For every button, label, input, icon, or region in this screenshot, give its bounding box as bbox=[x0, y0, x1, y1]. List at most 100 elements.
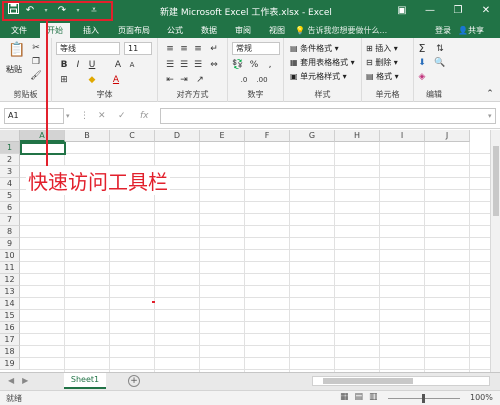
row-header[interactable]: 7 bbox=[0, 214, 20, 226]
align-top-icon[interactable]: ≡ bbox=[164, 43, 176, 55]
row-header[interactable]: 1 bbox=[0, 142, 20, 154]
column-header[interactable]: I bbox=[380, 130, 425, 142]
format-painter-icon[interactable]: 🖌 bbox=[30, 70, 42, 82]
column-header[interactable]: F bbox=[245, 130, 290, 142]
delete-cells-button[interactable]: ⊟ 删除 ▾ bbox=[366, 57, 398, 69]
row-header[interactable]: 12 bbox=[0, 274, 20, 286]
row-header[interactable]: 18 bbox=[0, 346, 20, 358]
font-name-select[interactable]: 等线 bbox=[56, 42, 120, 55]
tab-file[interactable]: 文件 bbox=[4, 23, 34, 38]
increase-decimal-icon[interactable]: .0 bbox=[238, 74, 250, 86]
add-sheet-icon[interactable]: + bbox=[128, 375, 140, 387]
horizontal-scrollbar[interactable] bbox=[312, 376, 490, 386]
conditional-formatting-button[interactable]: ▤ 条件格式 ▾ bbox=[290, 43, 339, 55]
row-header[interactable]: 4 bbox=[0, 178, 20, 190]
underline-button[interactable]: U bbox=[86, 59, 98, 71]
tab-data[interactable]: 数据 bbox=[194, 23, 224, 38]
insert-cells-button[interactable]: ⊞ 插入 ▾ bbox=[366, 43, 398, 55]
align-right-icon[interactable]: ☰ bbox=[192, 59, 204, 71]
bold-button[interactable]: B bbox=[58, 59, 70, 71]
percent-button[interactable]: % bbox=[248, 59, 260, 71]
column-header[interactable]: D bbox=[155, 130, 200, 142]
border-icon[interactable]: ⊞ bbox=[58, 74, 70, 86]
font-size-select[interactable]: 11 bbox=[124, 42, 152, 55]
cut-icon[interactable]: ✂ bbox=[30, 42, 42, 54]
tab-insert[interactable]: 插入 bbox=[76, 23, 106, 38]
row-header[interactable]: 16 bbox=[0, 322, 20, 334]
align-left-icon[interactable]: ☰ bbox=[164, 59, 176, 71]
clear-icon[interactable]: ◈ bbox=[416, 71, 428, 83]
align-bottom-icon[interactable]: ≡ bbox=[192, 43, 204, 55]
column-header[interactable]: A bbox=[20, 130, 65, 142]
row-header[interactable]: 11 bbox=[0, 262, 20, 274]
tab-view[interactable]: 视图 bbox=[262, 23, 292, 38]
column-header[interactable]: C bbox=[110, 130, 155, 142]
column-header[interactable]: H bbox=[335, 130, 380, 142]
row-header[interactable]: 17 bbox=[0, 334, 20, 346]
row-header[interactable]: 14 bbox=[0, 298, 20, 310]
minimize-button[interactable]: — bbox=[416, 0, 444, 22]
collapse-ribbon-icon[interactable]: ⌃ bbox=[484, 88, 496, 100]
row-header[interactable]: 2 bbox=[0, 154, 20, 166]
name-box-dropdown-icon[interactable]: ▾ bbox=[66, 108, 70, 124]
sheet-nav-arrows[interactable]: ◀▶ bbox=[8, 376, 36, 385]
tab-page-layout[interactable]: 页面布局 bbox=[112, 23, 156, 38]
increase-indent-icon[interactable]: ⇥ bbox=[178, 74, 190, 86]
column-header[interactable]: J bbox=[425, 130, 470, 142]
restore-button[interactable]: ❐ bbox=[444, 0, 472, 22]
format-as-table-button[interactable]: ▦ 套用表格格式 ▾ bbox=[290, 57, 355, 69]
tell-me-box[interactable]: 💡 告诉我您想要做什么... bbox=[295, 23, 387, 38]
close-button[interactable]: ✕ bbox=[472, 0, 500, 22]
enter-entry-button[interactable]: ✓ bbox=[118, 108, 126, 124]
decrease-indent-icon[interactable]: ⇤ bbox=[164, 74, 176, 86]
sort-filter-icon[interactable]: ⇅ bbox=[434, 43, 446, 55]
name-box[interactable]: A1 bbox=[4, 108, 64, 124]
row-header[interactable]: 10 bbox=[0, 250, 20, 262]
italic-button[interactable]: I bbox=[72, 59, 84, 71]
row-header[interactable]: 15 bbox=[0, 310, 20, 322]
tab-review[interactable]: 审阅 bbox=[228, 23, 258, 38]
decrease-decimal-icon[interactable]: .00 bbox=[256, 74, 268, 86]
sheet-tab-sheet1[interactable]: Sheet1 bbox=[64, 373, 106, 389]
tab-formulas[interactable]: 公式 bbox=[160, 23, 190, 38]
number-format-select[interactable]: 常规 bbox=[232, 42, 280, 55]
align-center-icon[interactable]: ☰ bbox=[178, 59, 190, 71]
tab-home[interactable]: 开始 bbox=[40, 23, 70, 38]
find-select-icon[interactable]: 🔍 bbox=[434, 57, 446, 69]
share-button[interactable]: 👤共享 bbox=[458, 23, 484, 38]
vertical-scroll-thumb[interactable] bbox=[493, 146, 499, 216]
column-header[interactable]: E bbox=[200, 130, 245, 142]
insert-function-button[interactable]: fx bbox=[140, 108, 149, 124]
row-header[interactable]: 9 bbox=[0, 238, 20, 250]
row-header[interactable]: 5 bbox=[0, 190, 20, 202]
row-header[interactable]: 6 bbox=[0, 202, 20, 214]
cell-styles-button[interactable]: ▣ 单元格样式 ▾ bbox=[290, 71, 347, 83]
active-cell[interactable] bbox=[20, 142, 66, 155]
select-all-button[interactable] bbox=[0, 130, 20, 142]
paste-icon[interactable]: 📋 bbox=[8, 43, 25, 62]
increase-font-icon[interactable]: A bbox=[112, 59, 124, 71]
wrap-text-icon[interactable]: ↵ bbox=[208, 43, 220, 55]
zoom-level[interactable]: 100% bbox=[470, 393, 493, 402]
zoom-slider-knob[interactable] bbox=[422, 394, 425, 403]
row-header[interactable]: 13 bbox=[0, 286, 20, 298]
row-header[interactable]: 19 bbox=[0, 358, 20, 370]
view-buttons[interactable]: ▦▤▥ bbox=[340, 392, 384, 402]
formula-input[interactable] bbox=[160, 108, 496, 124]
fill-color-icon[interactable]: ◆ bbox=[86, 74, 98, 86]
currency-icon[interactable]: 💱 bbox=[232, 59, 244, 71]
cancel-entry-button[interactable]: ✕ bbox=[98, 108, 106, 124]
autosum-icon[interactable]: Σ bbox=[416, 43, 428, 55]
comma-style-icon[interactable]: , bbox=[264, 59, 276, 71]
fill-icon[interactable]: ⬇ bbox=[416, 57, 428, 69]
row-header[interactable]: 3 bbox=[0, 166, 20, 178]
vertical-scrollbar[interactable] bbox=[490, 130, 500, 372]
horizontal-scroll-thumb[interactable] bbox=[323, 378, 413, 384]
column-header[interactable]: G bbox=[290, 130, 335, 142]
login-button[interactable]: 登录 bbox=[435, 23, 451, 38]
expand-formula-bar-icon[interactable]: ▾ bbox=[488, 108, 492, 124]
copy-icon[interactable]: ❐ bbox=[30, 56, 42, 68]
align-middle-icon[interactable]: ≡ bbox=[178, 43, 190, 55]
paste-button[interactable]: 粘贴 bbox=[6, 64, 22, 76]
row-header[interactable]: 8 bbox=[0, 226, 20, 238]
